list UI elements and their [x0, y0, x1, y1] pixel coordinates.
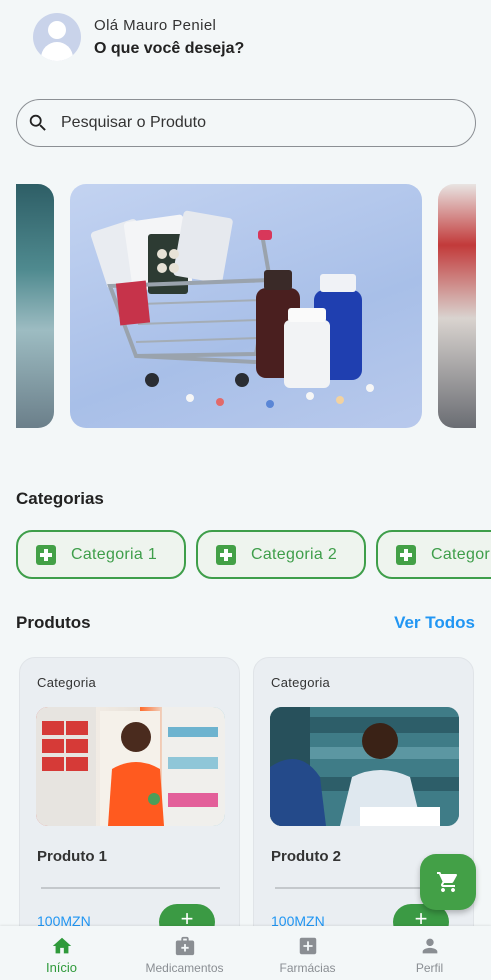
product-image [36, 707, 225, 826]
products-title: Produtos [16, 613, 91, 632]
avatar[interactable] [33, 13, 81, 61]
home-icon [52, 937, 71, 954]
nav-item-farmacias[interactable]: Farmácias [246, 926, 369, 980]
search-bar[interactable] [16, 99, 476, 147]
category-chip-label: Categoria 1 [71, 545, 158, 563]
plus-square-icon [36, 544, 56, 565]
question-text: O que você deseja? [94, 39, 245, 57]
nav-label: Início [45, 960, 78, 975]
nav-item-medicamentos[interactable]: Medicamentos [123, 926, 246, 980]
nav-item-inicio[interactable]: Início [0, 926, 123, 980]
bottom-navigation: Início Medicamentos Farmácias Perfil [0, 926, 491, 980]
banner-slide-current[interactable] [70, 184, 422, 428]
product-card[interactable]: Categoria Produto 1 100MZN + [19, 657, 240, 957]
plus-square-icon [396, 544, 416, 565]
search-input[interactable] [61, 114, 441, 132]
greeting-block: Olá Mauro Peniel O que você deseja? [94, 17, 244, 58]
nav-label: Perfil [415, 961, 444, 975]
product-card[interactable]: Categoria Produto 2 100MZN + [253, 657, 474, 957]
person-icon [422, 938, 437, 954]
greeting-text: Olá Mauro Peniel [94, 16, 217, 34]
plus-square-icon [216, 544, 236, 565]
medical-bag-icon [175, 936, 194, 956]
category-chip-label: Categoria 2 [251, 545, 338, 563]
see-all-link[interactable]: Ver Todos [394, 613, 475, 633]
nav-item-perfil[interactable]: Perfil [368, 926, 491, 980]
user-header: Olá Mauro Peniel O que você deseja? [33, 13, 244, 61]
category-chip[interactable]: Categoria 1 [16, 530, 186, 579]
divider [41, 887, 220, 889]
product-category: Categoria [271, 675, 331, 690]
product-category: Categoria [37, 675, 97, 690]
product-name: Produto 2 [271, 848, 341, 865]
product-image [270, 707, 459, 826]
shopping-cart-pills-image [90, 210, 374, 408]
search-icon [29, 114, 46, 131]
nav-label: Medicamentos [145, 961, 224, 975]
pharmacy-cross-icon [299, 937, 316, 955]
banner-slide-next[interactable] [438, 184, 476, 428]
product-name: Produto 1 [37, 848, 107, 865]
categories-title: Categorias [16, 489, 104, 508]
category-chip-label: Categoria 3 [431, 545, 491, 563]
nav-label: Farmácias [279, 961, 336, 975]
banner-carousel[interactable] [0, 184, 491, 428]
cart-button[interactable] [420, 854, 476, 910]
category-chip-list[interactable]: Categoria 1 Categoria 2 Categoria 3 [16, 530, 491, 580]
category-chip[interactable]: Categoria 3 [376, 530, 491, 579]
banner-slide-previous[interactable] [16, 184, 54, 428]
shopping-cart-icon [437, 872, 458, 892]
category-chip[interactable]: Categoria 2 [196, 530, 366, 579]
